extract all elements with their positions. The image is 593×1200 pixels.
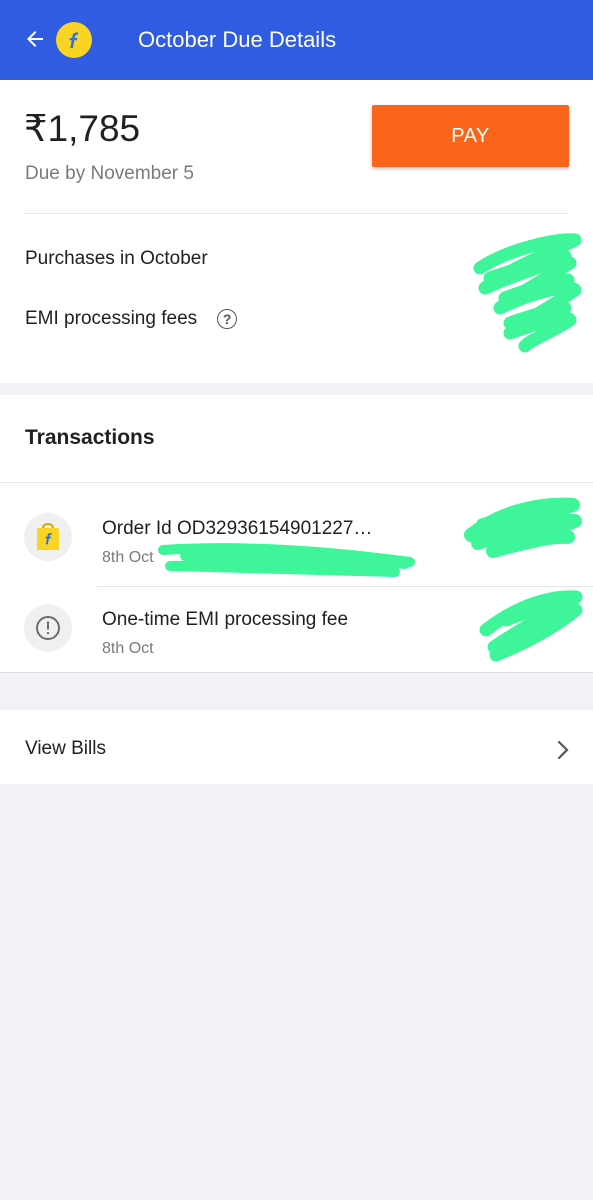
transactions-bottom-border [0, 672, 593, 673]
question-circle-icon[interactable]: ? [217, 309, 238, 329]
page-title: October Due Details [138, 27, 337, 52]
transaction-row-order[interactable]: Order Id OD32936154901227… 8th Oct [0, 495, 593, 581]
transaction-title: Order Id OD32936154901227… [102, 518, 373, 539]
emi-fees-row-label: EMI processing fees [25, 308, 198, 329]
transaction-title: One-time EMI processing fee [102, 609, 349, 630]
exclamation-circle-icon [24, 604, 72, 652]
purchases-row-label: Purchases in October [25, 248, 208, 269]
emi-fees-row: EMI processing fees ? [25, 307, 238, 331]
due-amount: ₹1,785 [24, 108, 141, 149]
transaction-date: 8th Oct [102, 640, 154, 657]
view-bills-label: View Bills [25, 738, 106, 759]
transactions-title: Transactions [25, 426, 155, 449]
transactions-section: Transactions Order Id OD32936154901227… … [0, 395, 593, 673]
due-date-text: Due by November 5 [25, 163, 194, 184]
back-button[interactable] [18, 22, 52, 56]
chevron-right-icon [557, 740, 569, 760]
flipkart-bag-icon [24, 513, 72, 561]
pay-button[interactable]: PAY [372, 105, 569, 167]
transaction-date: 8th Oct [102, 549, 154, 566]
flipkart-logo-icon [69, 32, 79, 48]
arrow-left-icon [27, 31, 43, 47]
dotted-divider [25, 213, 568, 214]
transaction-row-emi-fee[interactable]: One-time EMI processing fee 8th Oct [0, 586, 593, 672]
due-summary-card: ₹1,785 Due by November 5 PAY Purchases i… [0, 80, 593, 383]
flipkart-logo [56, 22, 92, 58]
app-root: October Due Details ₹1,785 Due by Novemb… [0, 0, 593, 1200]
section-divider [0, 482, 593, 483]
view-bills-row[interactable]: View Bills [0, 710, 593, 784]
top-app-bar: October Due Details [0, 0, 593, 80]
